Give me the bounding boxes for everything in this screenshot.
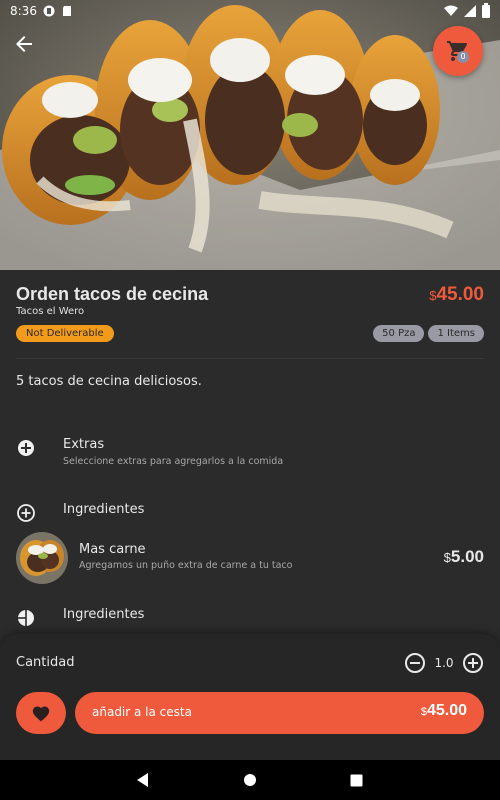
app-notification-icon: [43, 5, 55, 17]
ingredient-price-currency: $: [443, 550, 451, 565]
wifi-icon: [444, 5, 458, 16]
cart-button[interactable]: 0: [433, 26, 483, 76]
price-value: 45.00: [436, 284, 484, 305]
increase-quantity-button[interactable]: [462, 652, 484, 674]
decrease-quantity-button[interactable]: [404, 652, 426, 674]
order-panel: Cantidad 1.0 añadir a la cesta $45.00: [0, 634, 500, 760]
ingredient-price-value: 5.00: [450, 547, 484, 566]
product-details: Orden tacos de cecina $45.00 Tacos el We…: [0, 270, 500, 640]
product-price: $45.00: [429, 284, 484, 306]
ingredient-item[interactable]: Mas carne Agregamos un puño extra de car…: [16, 532, 484, 584]
ingredients-title: Ingredientes: [63, 502, 145, 517]
delivery-status-badge: Not Deliverable: [16, 325, 114, 342]
extras-description: Seleccione extras para agregarlos a la c…: [63, 456, 284, 467]
restaurant-name: Tacos el Wero: [16, 306, 85, 317]
favorite-button[interactable]: [16, 692, 66, 734]
quantity-value: 1.0: [434, 656, 454, 670]
product-title: Orden tacos de cecina: [16, 284, 209, 304]
product-image: [0, 0, 500, 270]
total-value: 45.00: [426, 702, 467, 719]
ingredient-name: Mas carne: [79, 542, 146, 557]
order-total: $45.00: [421, 702, 467, 720]
arrow-back-icon: [16, 36, 32, 52]
status-time: 8:36: [10, 4, 37, 18]
triangle-back-icon: [137, 773, 149, 787]
heart-icon: [32, 706, 50, 722]
tacos-photo: [0, 0, 500, 270]
nav-back-button[interactable]: [133, 770, 153, 790]
quantity-stepper: 1.0: [404, 652, 484, 674]
ingredient-description: Agregamos un puño extra de carne a tu ta…: [79, 560, 293, 571]
plus-circle-outline-icon: [17, 504, 35, 522]
nav-home-button[interactable]: [240, 770, 260, 790]
cart-count-badge: 0: [457, 51, 469, 63]
pieces-chip: 50 Pza: [373, 325, 425, 342]
product-chips: 50 Pza 1 Items: [373, 325, 484, 342]
battery-icon: [482, 2, 490, 18]
plus-circle-icon: [18, 440, 34, 456]
divider: [16, 358, 484, 359]
product-detail-screen: 8:36 0 Orden tacos de cecina $45.00 Taco…: [0, 0, 500, 800]
ingredient-price: $5.00: [444, 547, 484, 567]
ingredients-title-2: Ingredientes: [63, 607, 145, 622]
status-bar: 8:36: [0, 0, 500, 22]
square-recents-icon: [350, 774, 363, 786]
cell-signal-icon: [464, 5, 476, 17]
add-to-cart-label: añadir a la cesta: [92, 705, 192, 719]
extras-title: Extras: [63, 437, 105, 452]
quantity-label: Cantidad: [16, 655, 75, 670]
product-description: 5 tacos de cecina deliciosos.: [16, 374, 202, 389]
circle-home-icon: [243, 774, 256, 786]
items-chip: 1 Items: [428, 325, 484, 342]
pie-chart-icon: [18, 610, 34, 626]
ingredient-thumbnail: [16, 532, 68, 584]
sd-card-icon: [62, 6, 71, 16]
back-button[interactable]: [12, 32, 36, 56]
system-nav-bar: [0, 760, 500, 800]
add-to-cart-button[interactable]: añadir a la cesta $45.00: [75, 692, 484, 734]
nav-recents-button[interactable]: [347, 770, 367, 790]
